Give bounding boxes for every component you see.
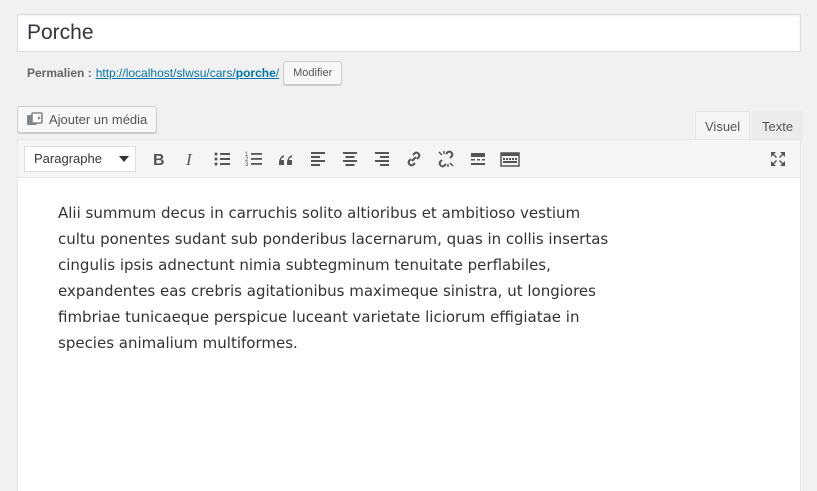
blockquote-button[interactable]: [270, 144, 302, 174]
numbered-list-icon: 1 2 3: [245, 152, 262, 168]
media-icon: [27, 111, 43, 125]
svg-text:3: 3: [245, 162, 249, 168]
permalink-row: Permalien : http://localhost/slwsu/cars/…: [27, 61, 343, 85]
permalink-link[interactable]: http://localhost/slwsu/cars/porche/: [96, 66, 279, 80]
unlink-icon: [438, 150, 454, 167]
read-more-icon: [471, 152, 485, 165]
format-select-value: Paragraphe: [34, 150, 102, 166]
add-media-button[interactable]: Ajouter un média: [17, 106, 158, 133]
editor: Paragraphe B I 1 2 3 Alii summum decus i…: [17, 139, 801, 491]
italic-button[interactable]: I: [174, 144, 206, 174]
read-more-button[interactable]: [462, 144, 494, 174]
align-right-button[interactable]: [366, 144, 398, 174]
toolbar-toggle-button[interactable]: [494, 144, 526, 174]
align-right-icon: [375, 151, 389, 166]
svg-text:B: B: [153, 152, 165, 169]
editor-toolbar: Paragraphe B I 1 2 3: [18, 140, 800, 178]
permalink-label: Permalien :: [27, 66, 92, 80]
bold-icon: B: [153, 152, 165, 169]
tab-visual[interactable]: Visuel: [695, 111, 751, 140]
fullscreen-button[interactable]: [762, 144, 794, 174]
toolbar-toggle-icon: [500, 151, 520, 167]
add-media-label: Ajouter un média: [49, 112, 148, 127]
permalink-url-prefix: http://localhost/slwsu/cars/: [95, 66, 236, 80]
align-center-button[interactable]: [334, 144, 366, 174]
chevron-down-icon: [119, 155, 129, 162]
link-button[interactable]: [398, 144, 430, 174]
permalink-url-suffix: /: [275, 66, 280, 80]
permalink-slug: porche: [235, 66, 276, 80]
bulleted-list-icon: [214, 152, 230, 165]
italic-icon: I: [185, 150, 193, 169]
align-center-icon: [343, 151, 357, 166]
bold-button[interactable]: B: [142, 144, 174, 174]
svg-text:I: I: [185, 150, 193, 169]
numbered-list-button[interactable]: 1 2 3: [238, 144, 270, 174]
unlink-button[interactable]: [430, 144, 462, 174]
tab-text[interactable]: Texte: [752, 111, 804, 140]
align-left-icon: [311, 151, 325, 166]
bulleted-list-button[interactable]: [206, 144, 238, 174]
format-select[interactable]: Paragraphe: [24, 145, 136, 172]
fullscreen-icon: [771, 152, 785, 166]
editor-content[interactable]: Alii summum decus in carruchis solito al…: [18, 178, 658, 356]
link-icon: [407, 151, 421, 166]
post-title-input[interactable]: Porche: [17, 14, 801, 52]
edit-permalink-button[interactable]: Modifier: [283, 61, 343, 85]
align-left-button[interactable]: [302, 144, 334, 174]
blockquote-icon: [279, 154, 292, 165]
